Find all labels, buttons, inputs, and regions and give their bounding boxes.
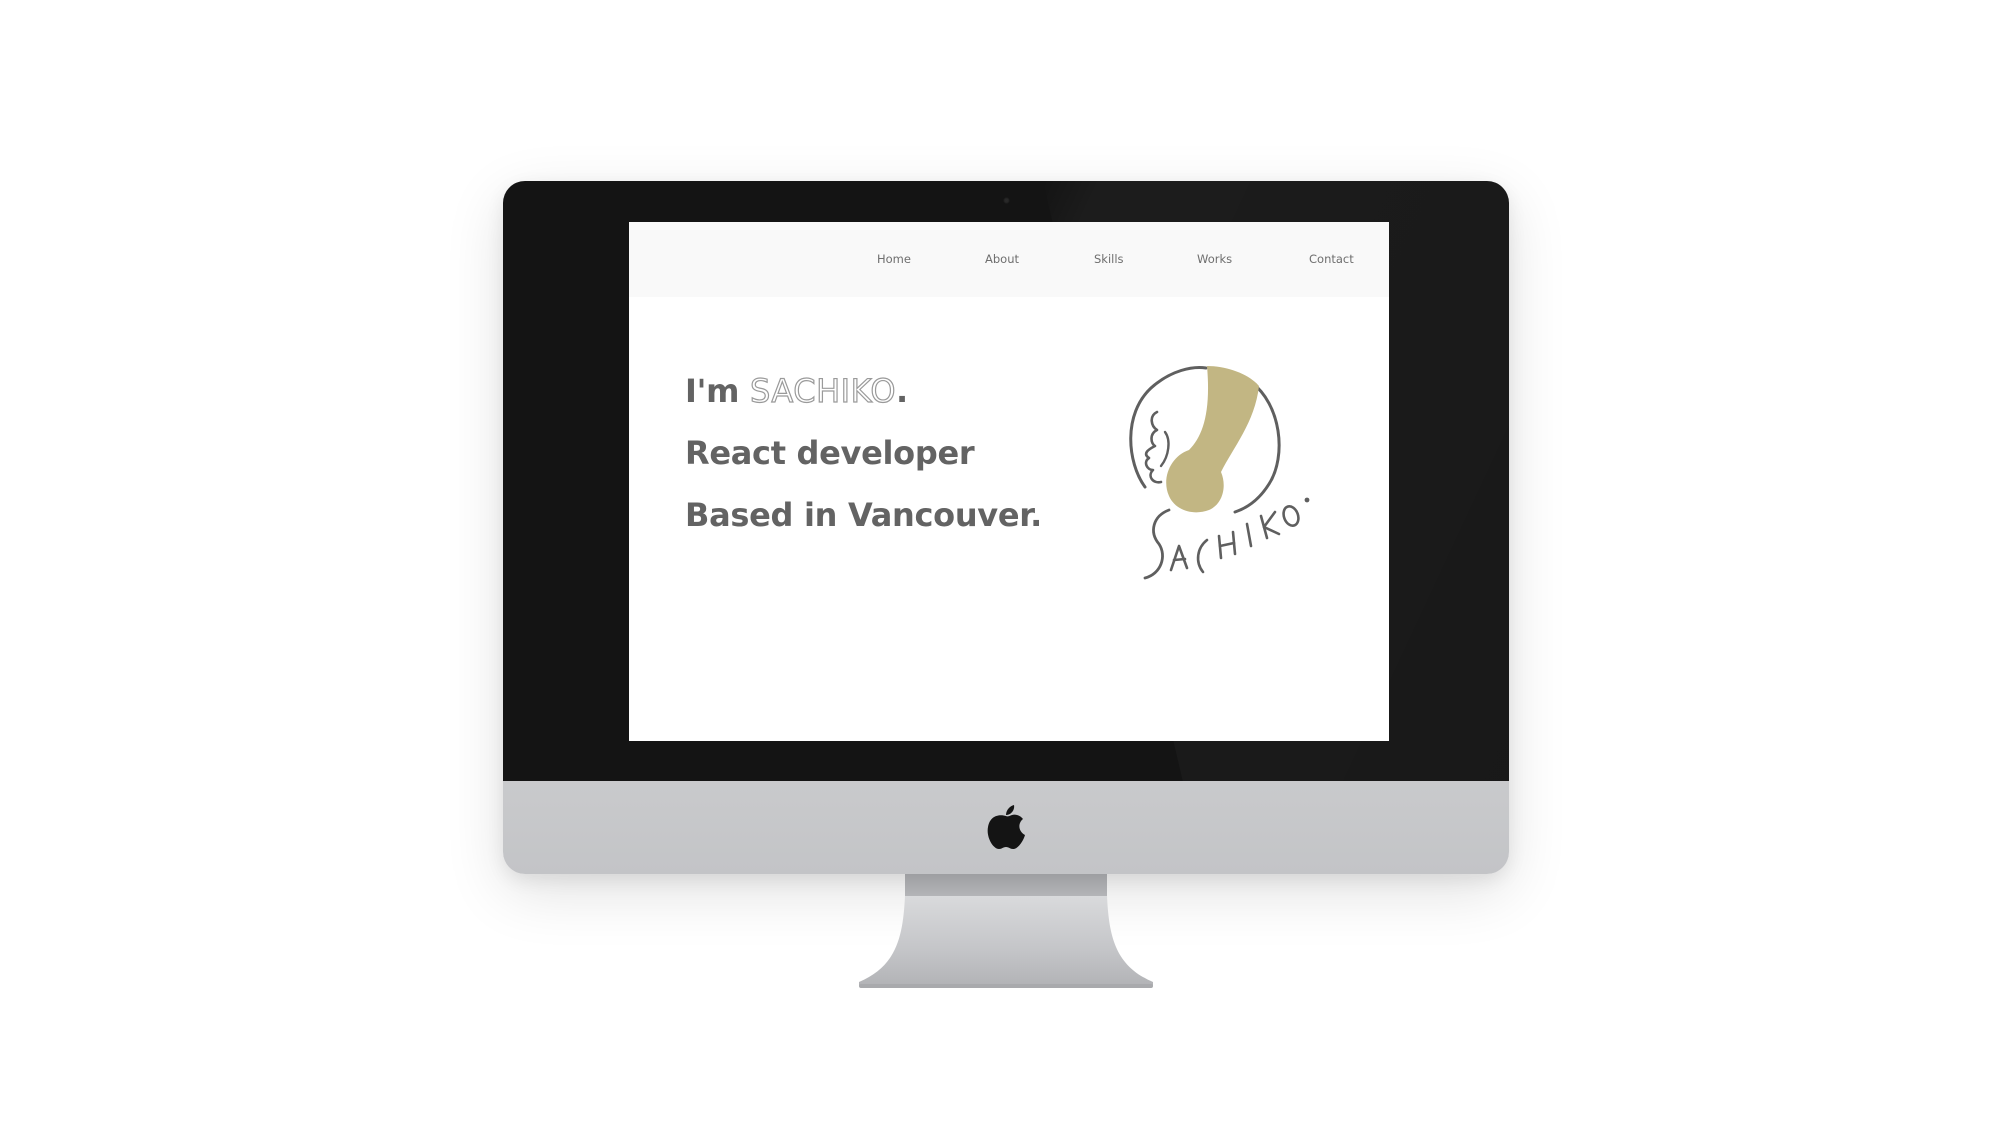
nav-link-about[interactable]: About [985, 252, 1019, 266]
hero-role: React developer [685, 434, 975, 472]
hero-location: Based in Vancouver. [685, 496, 1043, 534]
mockup-stage: Home About Skills Works Contact I'm SACH… [0, 0, 2000, 1125]
hero-greeting: I'm SACHIKO. [685, 371, 908, 410]
website-screen: Home About Skills Works Contact I'm SACH… [629, 222, 1389, 741]
camera-icon [1003, 197, 1010, 204]
greeting-suffix: . [896, 372, 908, 410]
headphones-portrait-logo-icon [1129, 366, 1310, 580]
nav-link-works[interactable]: Works [1197, 252, 1232, 266]
hero-name: SACHIKO [749, 371, 896, 410]
nav-link-home[interactable]: Home [877, 252, 911, 266]
stand-neck [905, 874, 1107, 896]
imac-frame: Home About Skills Works Contact I'm SACH… [503, 181, 1509, 874]
brand-logo [1109, 352, 1329, 602]
nav-link-contact[interactable]: Contact [1309, 252, 1354, 266]
imac-chin [503, 781, 1509, 874]
nav-link-skills[interactable]: Skills [1094, 252, 1124, 266]
greeting-prefix: I'm [685, 372, 750, 410]
site-navbar: Home About Skills Works Contact [629, 222, 1389, 297]
screen-bezel: Home About Skills Works Contact I'm SACH… [503, 181, 1509, 781]
apple-logo-icon [987, 805, 1025, 849]
stand-foot [859, 896, 1153, 988]
